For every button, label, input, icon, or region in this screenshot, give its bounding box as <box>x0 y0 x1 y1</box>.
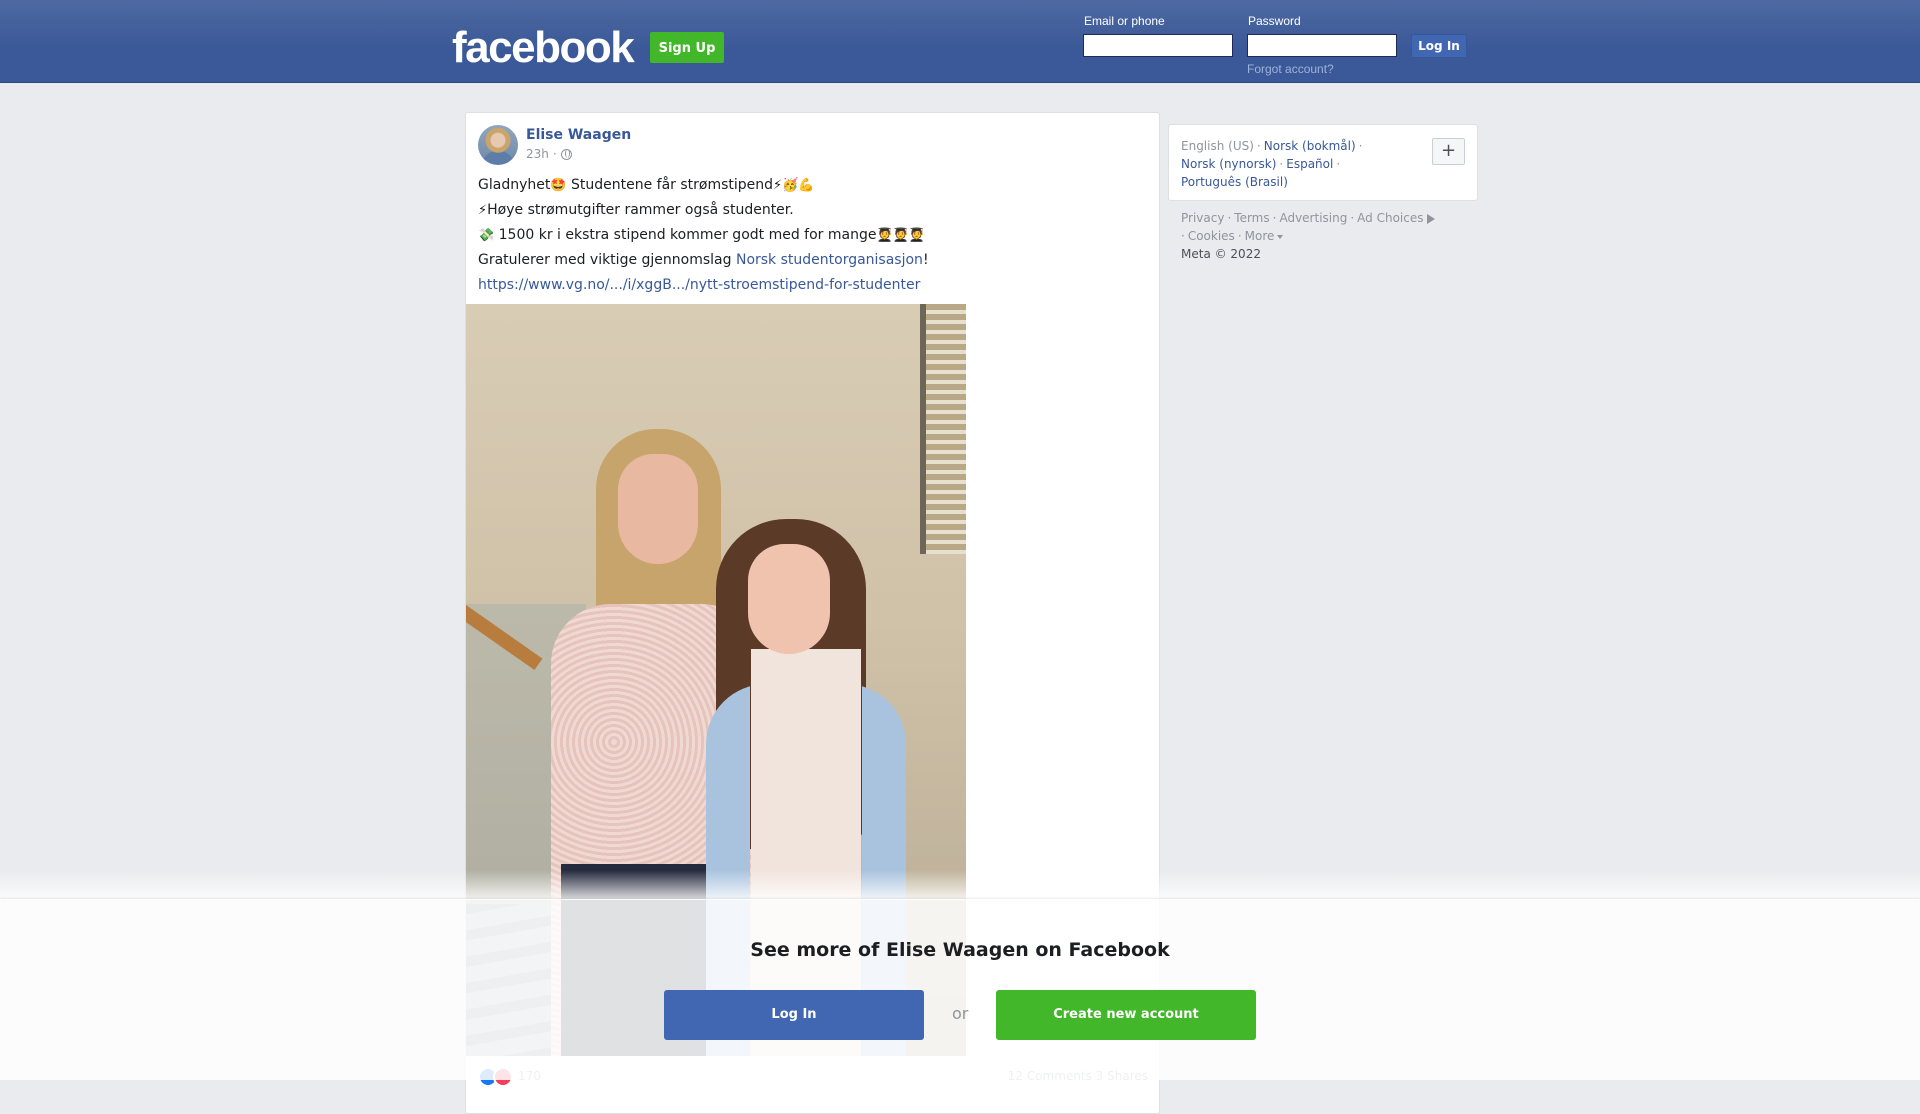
article-link[interactable]: https://www.vg.no/.../i/xggB.../nytt-str… <box>478 277 920 293</box>
login-prompt-title: See more of Elise Waagen on Facebook <box>750 939 1170 961</box>
footer-adchoices-label: Ad Choices <box>1357 211 1424 225</box>
window-blinds <box>920 304 966 554</box>
login-prompt-bar: See more of Elise Waagen on Facebook Log… <box>0 899 1920 1080</box>
separator: · <box>1256 139 1261 153</box>
meta-separator: · <box>552 147 557 161</box>
footer-privacy-link[interactable]: Privacy <box>1181 211 1224 225</box>
password-field[interactable] <box>1247 34 1397 57</box>
footer-more-label: More <box>1244 229 1275 243</box>
language-current: English (US) <box>1181 139 1254 153</box>
footer-advertising-link[interactable]: Advertising <box>1279 211 1347 225</box>
post-line-text: Høye strømutgifter rammer også studenter… <box>487 202 794 218</box>
person-right-face <box>748 544 830 654</box>
star-struck-emoji: 🤩 <box>550 178 567 193</box>
post-text: Gladnyhet🤩 Studentene får strømstipend⚡🥳… <box>478 173 1138 298</box>
footer-adchoices-link[interactable]: Ad Choices <box>1357 211 1435 225</box>
separator: · <box>1279 157 1284 171</box>
log-in-button[interactable]: Log In <box>1411 34 1467 58</box>
language-selector: English (US) · Norsk (bokmål) · Norsk (nyno… <box>1168 124 1478 201</box>
post-meta: 23h · <box>526 147 572 161</box>
language-option[interactable]: Português (Brasil) <box>1181 175 1288 189</box>
footer-terms-link[interactable]: Terms <box>1234 211 1269 225</box>
footer-cookies-link[interactable]: Cookies <box>1188 229 1235 243</box>
or-separator: or <box>952 1004 969 1023</box>
post-line-text: Gladnyhet <box>478 177 551 193</box>
top-bar: facebook Sign Up Email or phone Password… <box>0 0 1920 83</box>
copyright: Meta © 2022 <box>1181 247 1261 261</box>
email-field[interactable] <box>1083 34 1233 57</box>
post-line: ⚡Høye strømutgifter rammer også studente… <box>478 198 1138 223</box>
separator: · <box>1227 211 1232 225</box>
author-name[interactable]: Elise Waagen <box>526 127 631 143</box>
post-line-text: 1500 kr i ekstra stipend kommer godt med… <box>494 227 877 243</box>
post-line: Gladnyhet🤩 Studentene får strømstipend⚡🥳… <box>478 173 1138 198</box>
adchoices-icon <box>1426 213 1435 224</box>
sign-up-button[interactable]: Sign Up <box>650 32 724 63</box>
separator: · <box>1272 211 1277 225</box>
post-time[interactable]: 23h <box>526 147 549 161</box>
money-emoji: 💸 <box>478 228 495 243</box>
avatar[interactable] <box>478 125 518 165</box>
separator: · <box>1336 157 1341 171</box>
separator: · <box>1237 229 1242 243</box>
footer-links: Privacy · Terms · Advertising · Ad Choices · Co… <box>1181 209 1481 263</box>
globe-icon[interactable] <box>560 148 572 160</box>
post-line: 💸 1500 kr i ekstra stipend kommer godt m… <box>478 223 1138 248</box>
student-emojis: 🧑‍🎓🧑‍🎓🧑‍🎓 <box>876 228 926 243</box>
forgot-account-link[interactable]: Forgot account? <box>1247 62 1334 76</box>
mention-link[interactable]: Norsk studentorganisasjon <box>736 252 923 268</box>
overlay-fade <box>0 870 1920 900</box>
language-list: English (US) · Norsk (bokmål) · Norsk (nyno… <box>1181 137 1431 191</box>
person-left-face <box>618 454 698 564</box>
create-account-button[interactable]: Create new account <box>996 990 1256 1040</box>
password-label: Password <box>1248 14 1301 28</box>
post-line-text: Studentene får strømstipend <box>566 177 774 193</box>
footer-more-link[interactable]: More <box>1245 229 1284 243</box>
prompt-log-in-button[interactable]: Log In <box>664 990 924 1040</box>
separator: · <box>1358 139 1363 153</box>
language-option[interactable]: Norsk (bokmål) <box>1264 139 1356 153</box>
post-line: Gratulerer med viktige gjennomslag Norsk… <box>478 248 1138 273</box>
language-option[interactable]: Español <box>1286 157 1333 171</box>
celebration-emojis: ⚡🥳💪 <box>773 178 815 193</box>
facebook-logo[interactable]: facebook <box>452 18 635 78</box>
post-line-text: Gratulerer med viktige gjennomslag <box>478 252 736 268</box>
separator: · <box>1350 211 1355 225</box>
lightning-emoji: ⚡ <box>478 203 488 218</box>
email-label: Email or phone <box>1084 14 1165 28</box>
post-line: https://www.vg.no/.../i/xggB.../nytt-str… <box>478 273 1138 298</box>
post-line-text: ! <box>922 252 929 268</box>
separator: · <box>1181 229 1185 243</box>
more-languages-button[interactable]: + <box>1432 138 1465 165</box>
caret-down-icon <box>1277 234 1284 239</box>
language-option[interactable]: Norsk (nynorsk) <box>1181 157 1276 171</box>
